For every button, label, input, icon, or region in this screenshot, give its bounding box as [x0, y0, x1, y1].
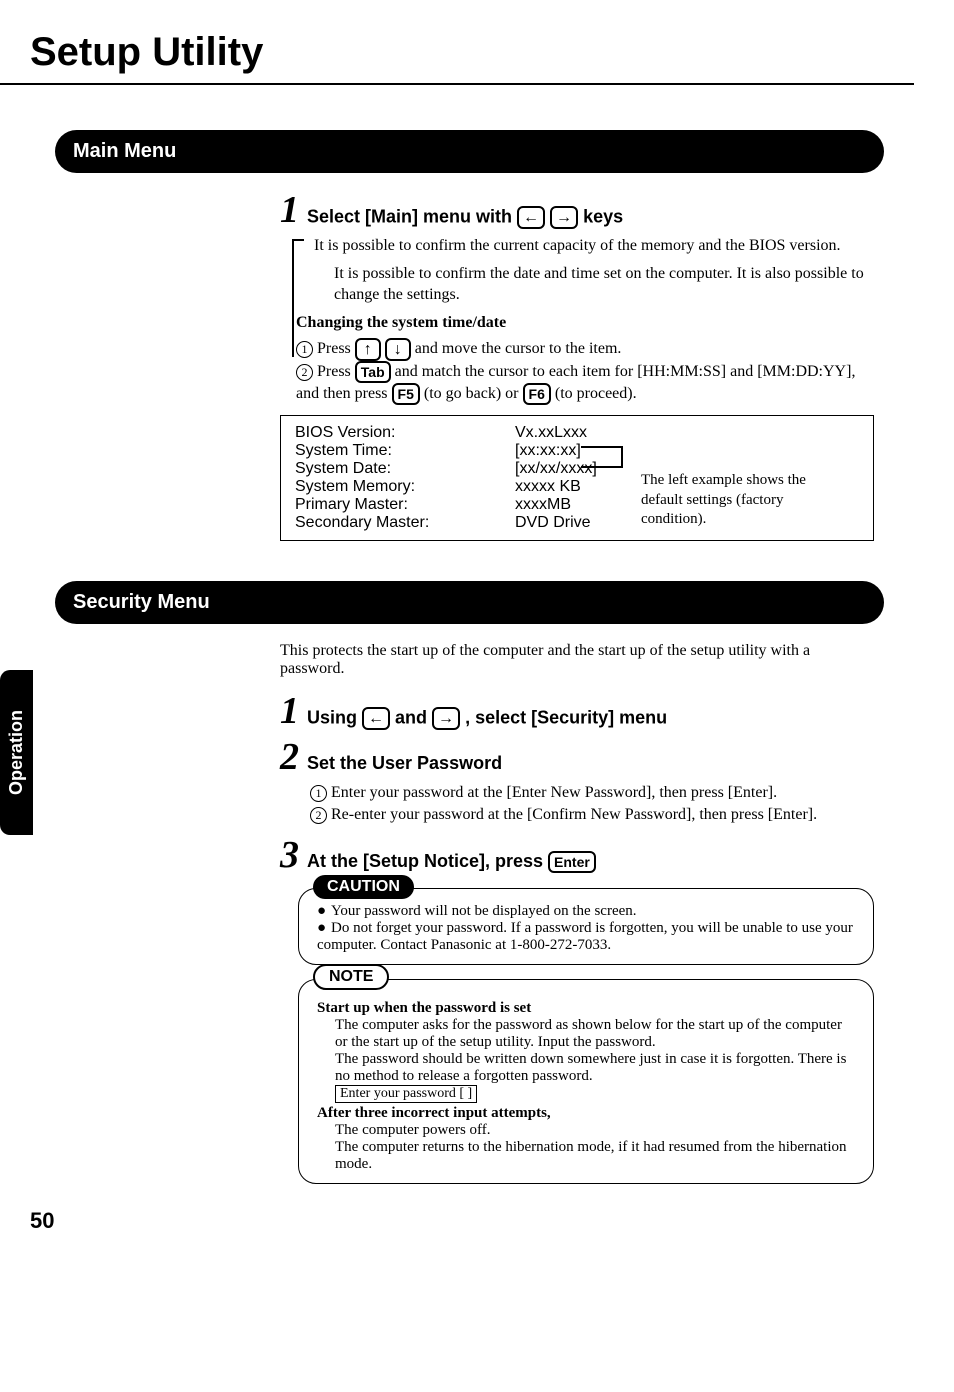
sec-step1-b: , select [Security] menu: [465, 707, 667, 727]
change-line2d: (to proceed).: [555, 385, 637, 402]
password-prompt-box: Enter your password [ ]: [335, 1085, 477, 1103]
bios-memory-label: System Memory:: [295, 478, 475, 496]
sec-step2-l2: Re-enter your password at the [Confirm N…: [327, 806, 817, 823]
bios-time-label: System Time:: [295, 442, 475, 460]
caution-b2: Do not forget your password. If a passwo…: [317, 920, 853, 953]
bios-primary-value: xxxxMB: [515, 496, 625, 514]
f6-key-icon: F6: [523, 383, 551, 405]
bios-primary-label: Primary Master:: [295, 496, 475, 514]
tab-key-icon: Tab: [355, 361, 391, 383]
left-arrow-key-icon: ←: [362, 707, 390, 730]
sec-step1-a: Using: [307, 707, 362, 727]
caution-box: CAUTION ●Your password will not be displ…: [298, 888, 874, 965]
circled-1-icon: 1: [296, 341, 313, 358]
sec-step2-l1: Enter your password at the [Enter New Pa…: [327, 784, 777, 801]
main-intro1: It is possible to confirm the current ca…: [314, 235, 874, 257]
bios-version-label: BIOS Version:: [295, 424, 475, 442]
step1-title-b: keys: [583, 206, 623, 226]
connector-line: [581, 446, 621, 448]
title-rule: [0, 83, 914, 85]
sec-step3-a: At the [Setup Notice], press: [307, 851, 548, 871]
sec-step1-mid: and: [395, 707, 432, 727]
bios-secondary-label: Secondary Master:: [295, 514, 475, 532]
main-menu-header: Main Menu: [55, 130, 884, 173]
bios-date-label: System Date:: [295, 460, 475, 478]
note-p4: The computer returns to the hibernation …: [335, 1139, 855, 1173]
bios-side-note: The left example shows the default setti…: [641, 471, 831, 530]
security-intro: This protects the start up of the comput…: [280, 642, 874, 678]
note-p1: The computer asks for the password as sh…: [335, 1017, 855, 1051]
bios-settings-box: BIOS Version: System Time: System Date: …: [280, 415, 874, 541]
sec-step-number-1: 1: [280, 692, 299, 730]
change-line2a: Press: [313, 363, 355, 380]
right-arrow-key-icon: →: [550, 206, 578, 229]
circled-2-icon: 2: [310, 807, 327, 824]
sec-step2-title: Set the User Password: [307, 753, 502, 774]
page-number: 50: [30, 1208, 54, 1234]
sec-step1-title: Using ← and → , select [Security] menu: [307, 707, 667, 730]
sec-step-number-3: 3: [280, 836, 299, 874]
note-p3: The computer powers off.: [335, 1122, 855, 1139]
side-tab-operation: Operation: [0, 670, 33, 835]
sec-step3-title: At the [Setup Notice], press Enter: [307, 851, 596, 873]
main-intro2: It is possible to confirm the date and t…: [334, 263, 874, 306]
left-arrow-key-icon: ←: [517, 206, 545, 229]
caution-label: CAUTION: [313, 875, 414, 899]
bios-memory-value: xxxxx KB: [515, 478, 625, 496]
bios-secondary-value: DVD Drive: [515, 514, 625, 532]
change-line1b: and move the cursor to the item.: [415, 340, 622, 357]
bios-version-value: Vx.xxLxxx: [515, 424, 625, 442]
right-arrow-key-icon: →: [432, 707, 460, 730]
step1-title: Select [Main] menu with ← → keys: [307, 206, 623, 229]
enter-key-icon: Enter: [548, 851, 596, 873]
down-arrow-key-icon: ↓: [385, 338, 411, 361]
note-box: NOTE Start up when the password is set T…: [298, 979, 874, 1184]
change-line2c: (to go back) or: [424, 385, 519, 402]
security-menu-header: Security Menu: [55, 581, 884, 624]
circled-1-icon: 1: [310, 785, 327, 802]
bracket-tick: [292, 239, 304, 241]
connector-line: [581, 466, 623, 468]
step-number-1: 1: [280, 191, 299, 229]
circled-2-icon: 2: [296, 364, 313, 381]
caution-b1: Your password will not be displayed on t…: [331, 903, 637, 919]
note-h1: Start up when the password is set: [317, 1000, 855, 1017]
page-title: Setup Utility: [30, 30, 914, 75]
change-time-heading: Changing the system time/date: [296, 314, 874, 332]
step1-title-a: Select [Main] menu with: [307, 206, 517, 226]
bracket-line: [292, 239, 294, 357]
bios-time-value: [xx:xx:xx]: [515, 442, 625, 460]
note-label: NOTE: [313, 964, 389, 990]
note-h2: After three incorrect input attempts,: [317, 1105, 855, 1122]
change-line1a: Press: [313, 340, 351, 357]
sec-step-number-2: 2: [280, 738, 299, 776]
f5-key-icon: F5: [392, 383, 420, 405]
bios-date-value: [xx/xx/xxxx]: [515, 460, 625, 478]
connector-line: [621, 446, 623, 466]
note-p2: The password should be written down some…: [335, 1051, 855, 1085]
up-arrow-key-icon: ↑: [355, 338, 381, 361]
